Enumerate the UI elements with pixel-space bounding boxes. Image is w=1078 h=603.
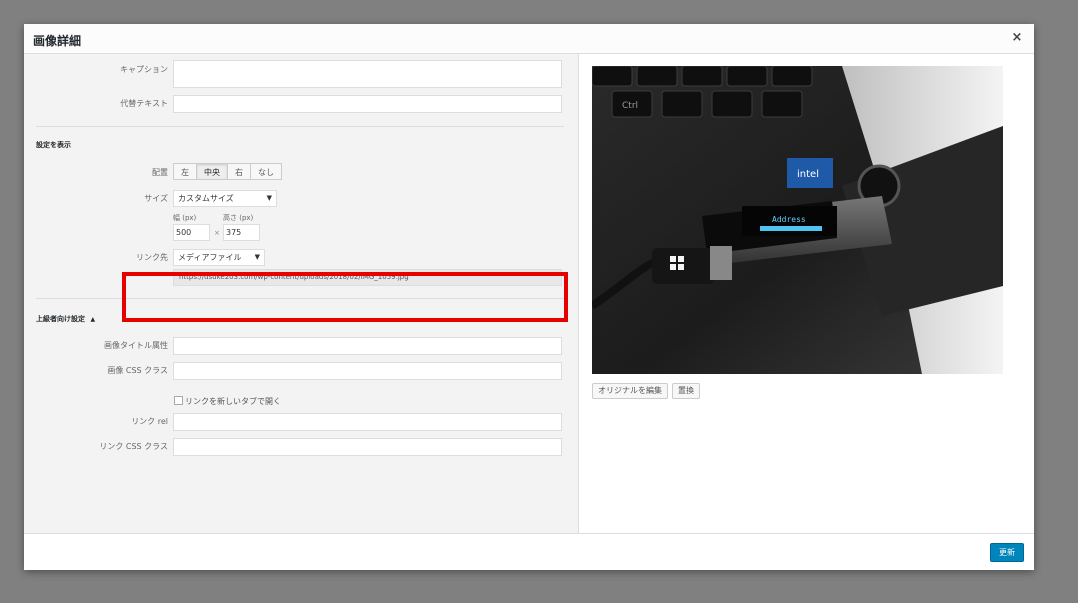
link-css-input[interactable] xyxy=(173,438,562,456)
modal-header: 画像詳細 × xyxy=(24,24,1034,54)
title-attr-input[interactable] xyxy=(173,337,562,355)
link-css-label: リンク CSS クラス xyxy=(99,442,168,451)
modal-footer: 更新 xyxy=(24,533,1034,570)
dropdown-arrow-icon: ▼ xyxy=(254,253,260,261)
address-screen-text: Address xyxy=(772,215,806,224)
height-label: 高さ (px) xyxy=(223,214,254,222)
edit-original-button[interactable]: オリジナルを編集 xyxy=(592,383,668,399)
settings-pane: キャプション 代替テキスト 設定を表示 配置 左 中央 右 なし サイズ カスタ… xyxy=(24,54,578,534)
advanced-settings-title[interactable]: 上級者向け設定 ▲ xyxy=(36,314,95,324)
link-select[interactable]: メディアファイル ▼ xyxy=(173,249,265,266)
link-label: リンク先 xyxy=(136,253,168,262)
width-label: 幅 (px) xyxy=(173,214,197,222)
size-select[interactable]: カスタムサイズ ▼ xyxy=(173,190,277,207)
size-select-value: カスタムサイズ xyxy=(178,194,234,203)
new-tab-label: リンクを新しいタブで開く xyxy=(185,397,281,406)
replace-button[interactable]: 置換 xyxy=(672,383,700,399)
align-button-group: 左 中央 右 なし xyxy=(173,163,282,180)
height-input[interactable] xyxy=(223,224,260,241)
divider xyxy=(36,298,564,299)
close-icon[interactable]: × xyxy=(1010,31,1024,45)
ctrl-key-text: Ctrl xyxy=(622,101,638,111)
photo-ledger-usb: Ctrl intel Address xyxy=(592,66,1003,374)
align-center-button[interactable]: 中央 xyxy=(196,163,228,180)
caption-label: キャプション xyxy=(120,65,168,74)
link-rel-input[interactable] xyxy=(173,413,562,431)
image-preview: Ctrl intel Address xyxy=(592,66,1003,374)
image-details-modal: 画像詳細 × キャプション 代替テキスト 設定を表示 配置 左 中央 右 なし … xyxy=(24,24,1034,570)
align-left-button[interactable]: 左 xyxy=(173,163,197,180)
css-class-label: 画像 CSS クラス xyxy=(107,366,168,375)
width-input[interactable] xyxy=(173,224,210,241)
align-right-button[interactable]: 右 xyxy=(227,163,251,180)
size-label: サイズ xyxy=(144,194,168,203)
align-label: 配置 xyxy=(152,168,168,177)
link-rel-label: リンク rel xyxy=(131,417,168,426)
alt-text-label: 代替テキスト xyxy=(120,99,168,108)
title-attr-label: 画像タイトル属性 xyxy=(104,341,168,350)
times-sign: × xyxy=(214,229,220,237)
link-url-field[interactable]: https://dsuke203.com/wp-content/uploads/… xyxy=(173,269,562,286)
advanced-settings-label: 上級者向け設定 xyxy=(36,315,85,323)
alt-text-input[interactable] xyxy=(173,95,562,113)
new-tab-checkbox[interactable] xyxy=(174,396,183,405)
update-button[interactable]: 更新 xyxy=(990,543,1024,562)
preview-pane: Ctrl intel Address オリジナルを編集 置換 xyxy=(578,54,1034,534)
dropdown-arrow-icon: ▼ xyxy=(266,194,272,202)
link-select-value: メディアファイル xyxy=(178,253,242,262)
caret-up-icon: ▲ xyxy=(90,316,96,323)
divider xyxy=(36,126,564,127)
intel-logo-text: intel xyxy=(797,169,819,180)
modal-title: 画像詳細 xyxy=(33,34,82,48)
css-class-input[interactable] xyxy=(173,362,562,380)
caption-textarea[interactable] xyxy=(173,60,562,88)
align-none-button[interactable]: なし xyxy=(250,163,282,180)
display-settings-title: 設定を表示 xyxy=(36,141,71,149)
